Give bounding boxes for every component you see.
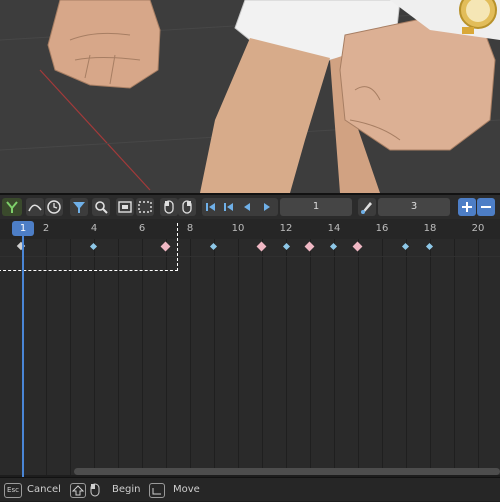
clock-icon[interactable] (45, 198, 63, 216)
mouse-left-icon[interactable] (160, 198, 178, 216)
playback-controls (202, 198, 278, 216)
horizontal-scrollbar[interactable] (74, 468, 500, 475)
box-select-icon[interactable] (136, 198, 154, 216)
jump-keyframe-back-icon (224, 203, 233, 211)
tick-label: 10 (231, 223, 245, 234)
keying-pen-icon[interactable] (358, 198, 376, 216)
play-icon (264, 203, 270, 211)
play-reverse-icon (244, 203, 250, 211)
character-render (0, 0, 500, 193)
timeline-toolbar: 1 3 (0, 193, 500, 219)
shift-key-icon (70, 483, 86, 498)
zoom-out-icon[interactable] (477, 198, 495, 216)
tick-label: 8 (186, 223, 194, 234)
esc-key-icon: Esc (4, 483, 22, 498)
filter-icon[interactable] (70, 198, 88, 216)
graph-curve-icon[interactable] (26, 198, 44, 216)
search-icon[interactable] (92, 198, 110, 216)
current-frame-indicator[interactable]: 1 (12, 221, 34, 236)
playhead[interactable] (22, 236, 24, 482)
frame-all-icon[interactable] (116, 198, 134, 216)
begin-hint: Begin (112, 484, 141, 495)
tick-label: 18 (423, 223, 437, 234)
zoom-in-icon[interactable] (458, 198, 476, 216)
tick-label: 20 (471, 223, 485, 234)
dopesheet-tracks[interactable] (0, 239, 500, 475)
mouse-right-icon[interactable] (178, 198, 196, 216)
3d-viewport[interactable] (0, 0, 500, 193)
mouse-icon (89, 483, 101, 497)
tick-label: 12 (279, 223, 293, 234)
status-bar: Esc Cancel Begin Move (0, 477, 500, 501)
cancel-hint: Cancel (27, 484, 61, 495)
move-hint: Move (173, 484, 200, 495)
only-selected-icon[interactable] (2, 198, 22, 216)
tick-label: 16 (375, 223, 389, 234)
current-frame-field[interactable]: 1 (280, 198, 352, 216)
tick-label: 14 (327, 223, 341, 234)
mouse-move-icon (149, 483, 165, 498)
step-field[interactable]: 3 (378, 198, 450, 216)
jump-start-icon (206, 203, 215, 211)
